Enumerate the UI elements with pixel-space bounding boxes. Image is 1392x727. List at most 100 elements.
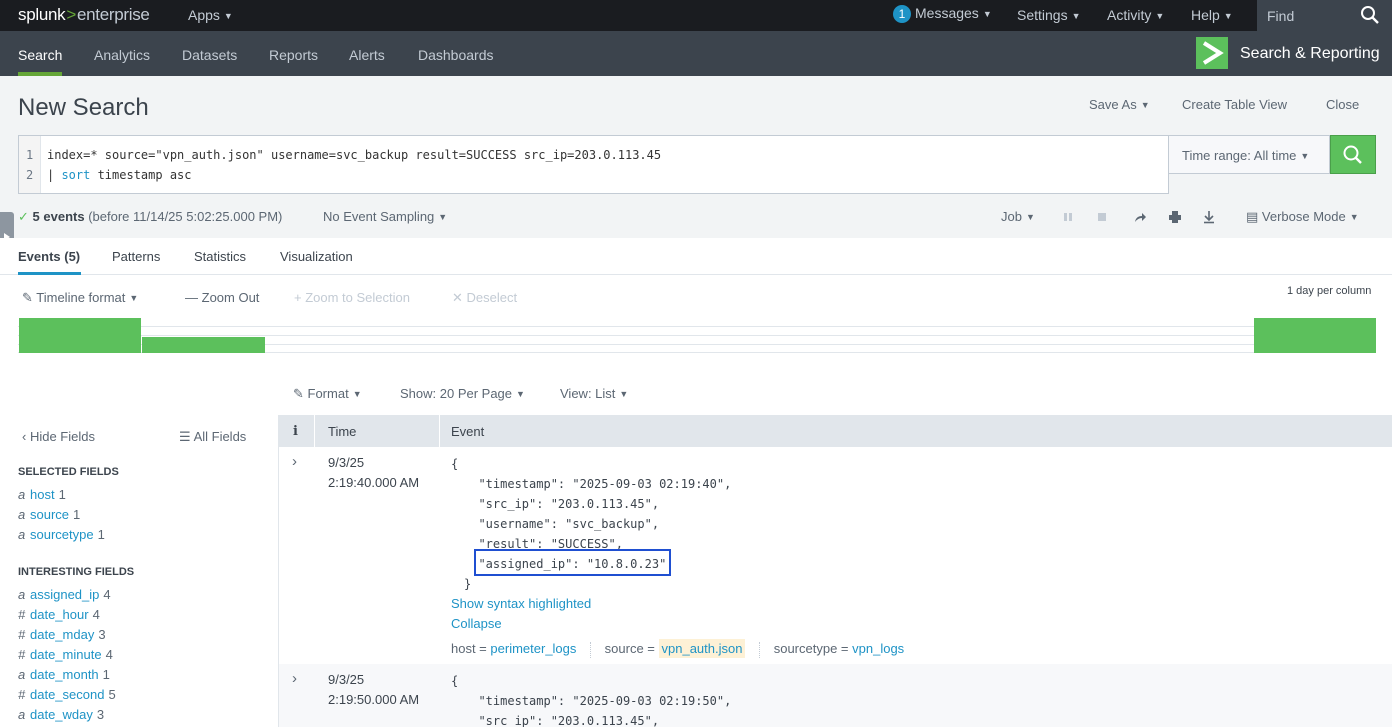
field-item[interactable]: a assigned_ip 4 [18,587,111,602]
table-row: › 9/3/25 2:19:40.000 AM { "timestamp": "… [279,447,1392,664]
format-dropdown[interactable]: ✎ Format ▼ [293,386,362,402]
events-table: i Time Event › 9/3/25 2:19:40.000 AM { "… [279,415,1392,727]
sourcetype-value[interactable]: vpn_logs [852,641,904,656]
apps-menu[interactable]: Apps ▼ [188,7,233,23]
nav-analytics[interactable]: Analytics [94,47,150,63]
field-item[interactable]: a host 1 [18,487,66,502]
chevron-down-icon: ▼ [1155,11,1165,21]
create-table-view-button[interactable]: Create Table View [1182,97,1287,112]
timeline-format-dropdown[interactable]: ✎ Timeline format ▼ [22,290,138,306]
chevron-down-icon: ▼ [129,293,139,303]
tab-visualization[interactable]: Visualization [280,249,353,264]
field-count: 3 [98,627,106,642]
job-menu[interactable]: Job ▼ [1001,209,1035,224]
top-bar: splunk>enterprise Apps ▼ 1 Messages ▼ Setti… [0,0,1392,31]
splunk-logo[interactable]: splunk>enterprise [18,5,150,25]
search-query-editor[interactable]: 1 2 index=* source="vpn_auth.json" usern… [18,135,1169,194]
collapse-link[interactable]: Collapse [451,616,502,631]
query-line-2: | sort timestamp asc [47,168,192,182]
field-name: date_month [30,667,99,682]
per-page-label: Show: 20 Per Page [400,386,513,401]
close-button[interactable]: Close [1326,97,1359,112]
time-column-header[interactable]: Time [328,424,356,439]
field-item[interactable]: a date_wday 3 [18,707,104,722]
time-range-picker[interactable]: Time range: All time ▼ [1169,135,1330,174]
source-value[interactable]: vpn_auth.json [658,639,746,658]
field-count: 1 [102,667,110,682]
print-icon[interactable] [1168,210,1182,224]
settings-menu[interactable]: Settings ▼ [1017,7,1081,23]
chevron-right-icon[interactable]: › [292,453,297,470]
field-item[interactable]: # date_second 5 [18,687,116,702]
share-icon[interactable] [1133,210,1147,224]
timeline-bar[interactable] [142,337,265,353]
timeline-panel: ✎ Timeline format ▼ — Zoom Out + Zoom to … [0,275,1392,415]
event-metadata: host = perimeter_logs source = vpn_auth.… [451,639,904,658]
show-syntax-highlighted-link[interactable]: Show syntax highlighted [451,596,591,611]
nav-datasets[interactable]: Datasets [182,47,237,63]
save-as-button[interactable]: Save As ▼ [1089,97,1150,112]
pause-icon[interactable] [1061,210,1075,224]
stop-icon[interactable] [1095,210,1109,224]
search-button[interactable] [1330,135,1376,174]
find-input[interactable]: Find [1257,0,1392,31]
app-nav-bar: Search Analytics Datasets Reports Alerts… [0,31,1392,76]
event-date: 9/3/25 [328,672,365,687]
field-type-icon: a [18,507,26,522]
timeline-bar[interactable] [19,318,142,353]
deselect-button[interactable]: ✕ Deselect [452,290,517,306]
search-icon[interactable] [1360,5,1380,25]
fields-sidebar: ‹ Hide Fields ☰ All Fields SELECTED FIEL… [0,415,279,727]
export-icon[interactable] [1202,210,1216,224]
field-name: host [30,487,55,502]
event-sampling-dropdown[interactable]: No Event Sampling ▼ [323,209,447,224]
event-count-status: ✓ 5 events (before 11/14/25 5:02:25.000 … [18,209,282,225]
zoom-out-button[interactable]: — Zoom Out [185,290,259,305]
field-item[interactable]: # date_mday 3 [18,627,106,642]
line-number: 2 [26,168,34,182]
messages-menu[interactable]: 1 Messages ▼ [893,5,992,23]
metadata-divider [759,641,761,658]
tab-patterns[interactable]: Patterns [112,249,160,264]
field-item[interactable]: a sourcetype 1 [18,527,105,542]
info-column-header: i [293,424,298,439]
field-item[interactable]: a date_month 1 [18,667,110,682]
hide-fields-button[interactable]: ‹ Hide Fields [22,429,95,444]
app-name[interactable]: Search & Reporting [1240,45,1380,63]
nav-reports[interactable]: Reports [269,47,318,63]
tab-events[interactable]: Events (5) [18,249,80,264]
per-page-dropdown[interactable]: Show: 20 Per Page ▼ [400,386,525,401]
nav-search[interactable]: Search [18,47,62,63]
timeline-chart[interactable] [18,318,1376,353]
event-timestamp: 2:19:50.000 AM [328,692,420,707]
save-as-label: Save As [1089,97,1137,112]
timeline-bar[interactable] [1253,318,1376,353]
messages-label: Messages [915,5,979,21]
activity-menu[interactable]: Activity ▼ [1107,7,1164,23]
field-name: assigned_ip [30,587,100,602]
line-number: 1 [26,148,34,162]
field-name: sourcetype [30,527,94,542]
help-menu[interactable]: Help ▼ [1191,7,1233,23]
field-item[interactable]: # date_minute 4 [18,647,113,662]
event-time: 9/3/25 2:19:50.000 AM [328,670,419,710]
host-value[interactable]: perimeter_logs [490,641,576,656]
field-item[interactable]: # date_hour 4 [18,607,100,622]
nav-dashboards[interactable]: Dashboards [418,47,494,63]
search-mode-dropdown[interactable]: ▤ Verbose Mode ▼ [1246,209,1359,225]
zoom-to-selection-button[interactable]: + Zoom to Selection [294,290,410,305]
active-nav-indicator [18,72,62,76]
logo-separator: > [66,5,76,24]
view-dropdown[interactable]: View: List ▼ [560,386,628,401]
json-line: "timestamp": "2025-09-03 02:19:50", [464,694,732,708]
field-count: 1 [97,527,105,542]
chevron-right-icon[interactable]: › [292,670,297,687]
hide-fields-label: Hide Fields [29,429,95,444]
all-fields-button[interactable]: ☰ All Fields [179,429,246,445]
field-name: date_mday [30,627,95,642]
nav-alerts[interactable]: Alerts [349,47,385,63]
tab-statistics[interactable]: Statistics [194,249,246,264]
chevron-down-icon: ▼ [438,212,448,222]
chevron-down-icon: ▼ [1071,11,1081,21]
field-item[interactable]: a source 1 [18,507,80,522]
